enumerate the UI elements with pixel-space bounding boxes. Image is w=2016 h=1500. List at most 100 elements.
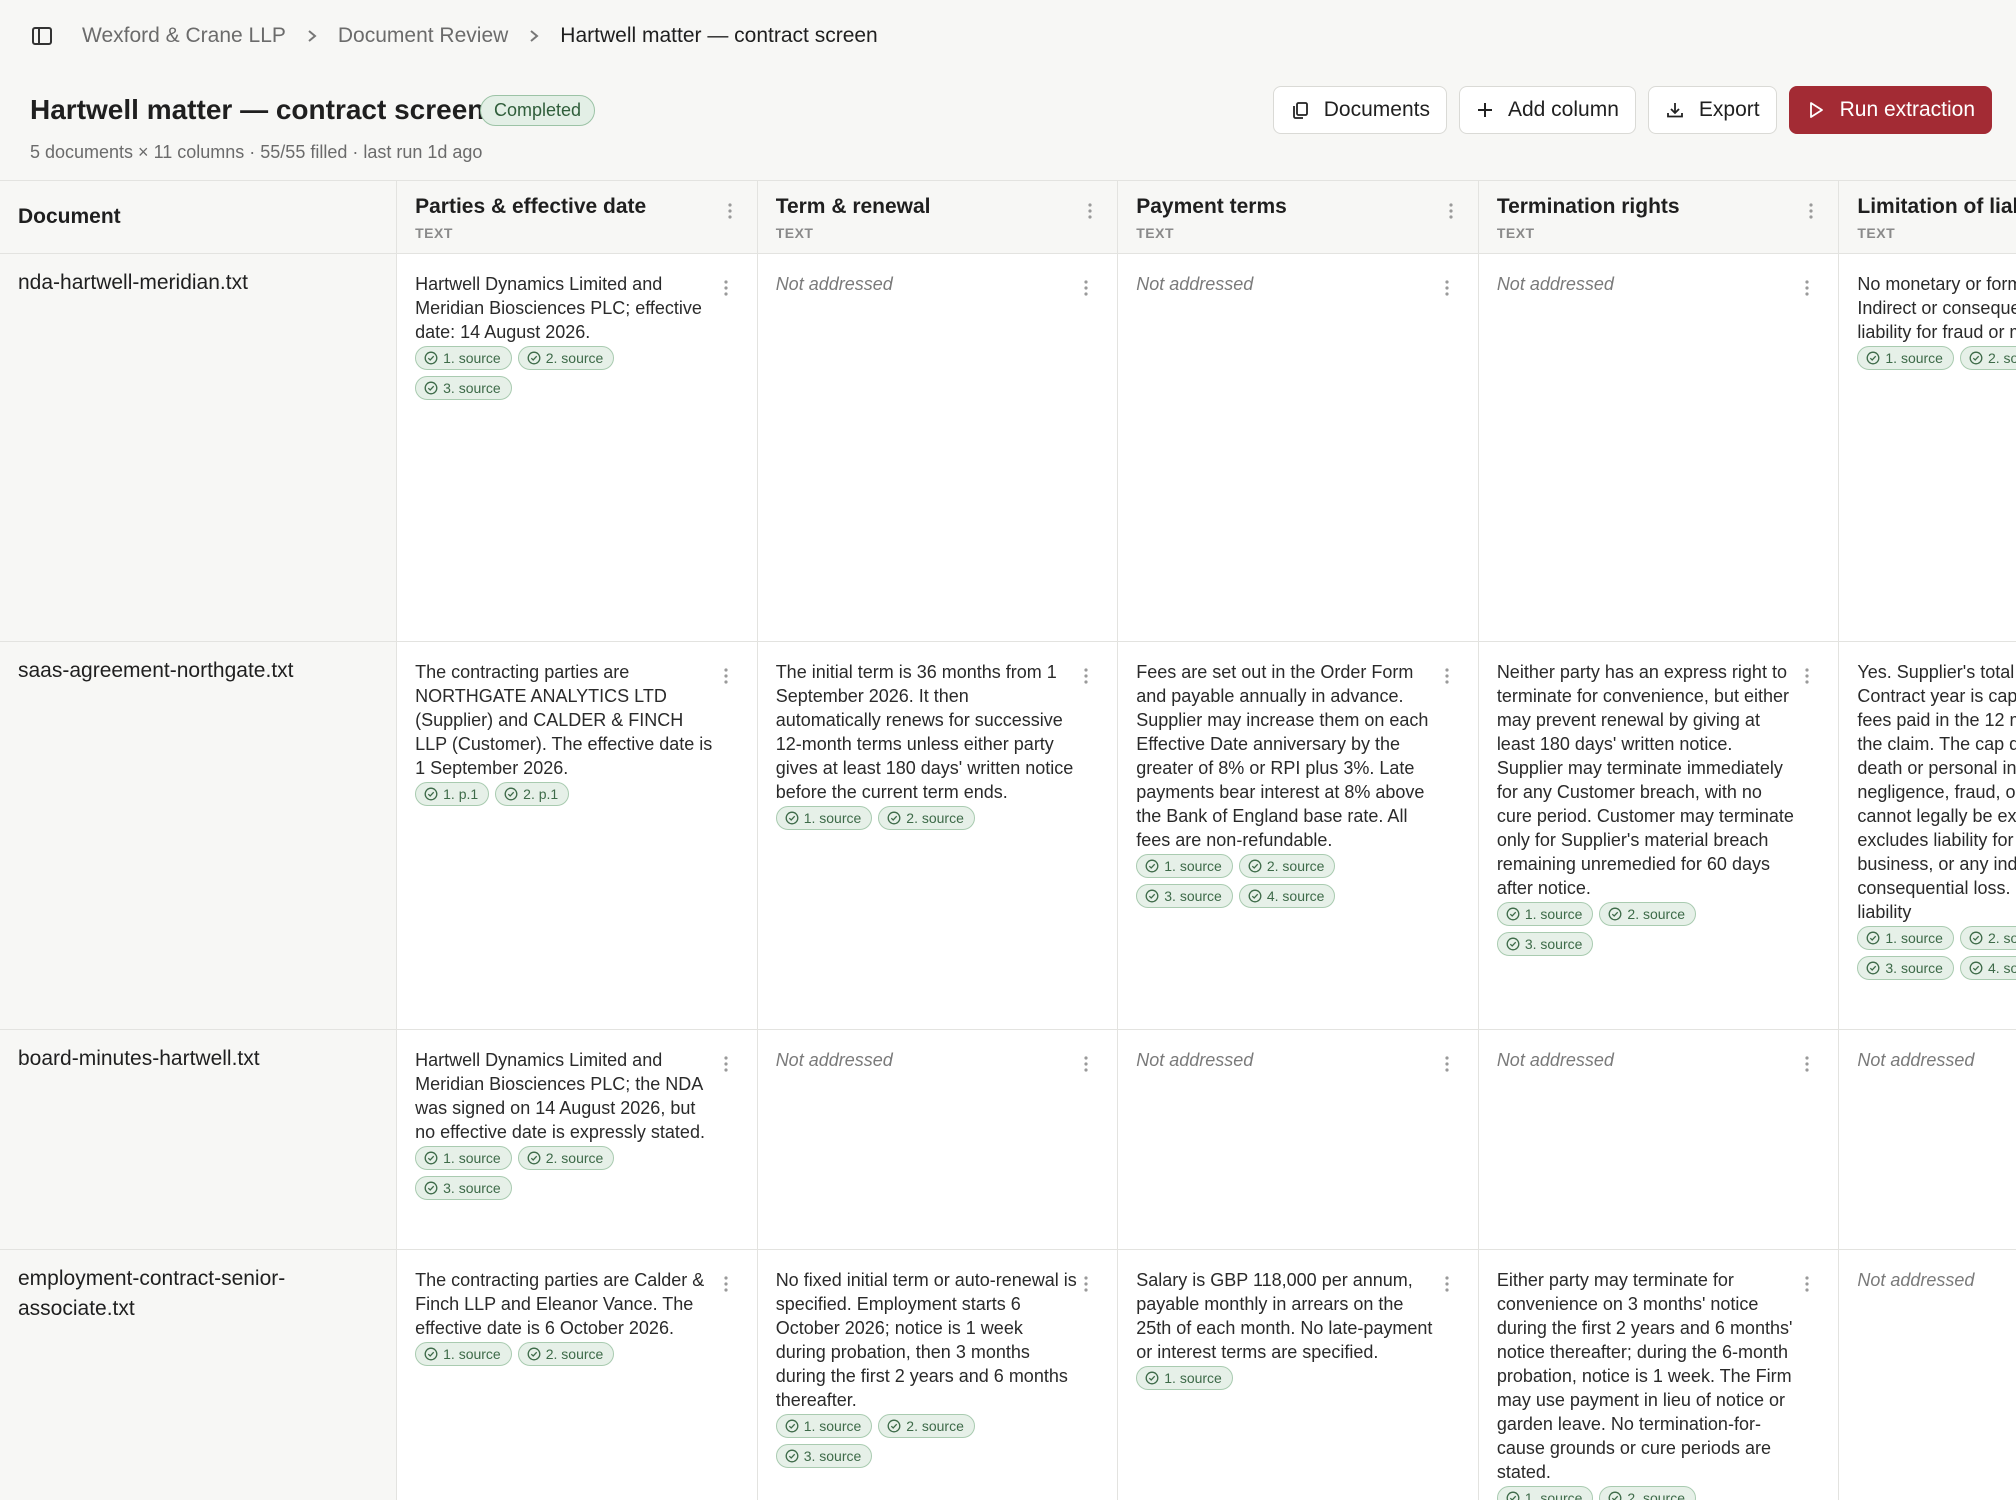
table-cell[interactable]: Either party may terminate for convenien… xyxy=(1478,1249,1840,1500)
source-chip[interactable]: 3. source xyxy=(415,375,512,400)
source-chip[interactable]: 1. source xyxy=(1136,853,1233,878)
document-name[interactable]: employment-contract-senior-associate.txt xyxy=(0,1249,398,1500)
source-chip[interactable]: 1. source xyxy=(1136,1365,1233,1390)
source-chip[interactable]: 2. source xyxy=(517,1341,615,1366)
table-cell[interactable]: Not addressed xyxy=(1117,253,1479,642)
source-chip[interactable]: 2. p.1 xyxy=(495,781,570,806)
table-cell[interactable]: Not addressed xyxy=(757,253,1119,642)
run-extraction-button[interactable]: Run extraction xyxy=(1788,86,1992,134)
source-chip[interactable]: 4. source xyxy=(1959,955,2016,980)
source-chip[interactable]: 1. source xyxy=(1496,1485,1594,1500)
source-chip[interactable]: 2. source xyxy=(1238,853,1336,878)
source-chips: 1. source 2. source 3. source xyxy=(1496,901,1799,956)
breadcrumb-item-firm[interactable]: Wexford & Crane LLP xyxy=(82,24,286,48)
cell-menu-icon[interactable] xyxy=(1804,278,1810,298)
sidebar-toggle-icon[interactable] xyxy=(30,24,54,48)
source-chip[interactable]: 1. source xyxy=(1496,901,1594,926)
source-chip[interactable]: 2. source xyxy=(1959,925,2016,950)
column-menu-icon[interactable] xyxy=(1808,201,1814,221)
cell-menu-icon[interactable] xyxy=(1083,1274,1089,1294)
source-chip-label: 3. source xyxy=(1164,887,1222,904)
source-chip[interactable]: 2. source xyxy=(517,1145,615,1170)
table-cell[interactable]: The initial term is 36 months from 1 Sep… xyxy=(757,641,1119,1030)
cell-menu-icon[interactable] xyxy=(1444,278,1450,298)
source-chip[interactable]: 1. source xyxy=(775,805,873,830)
add-column-button[interactable]: Add column xyxy=(1458,86,1636,134)
source-chip[interactable]: 1. source xyxy=(415,345,512,370)
cell-menu-icon[interactable] xyxy=(723,666,729,686)
source-chip[interactable]: 3. source xyxy=(415,1175,512,1200)
document-name[interactable]: board-minutes-hartwell.txt xyxy=(0,1029,398,1250)
source-chip[interactable]: 3. source xyxy=(1136,883,1233,908)
source-chip[interactable]: 3. source xyxy=(1496,931,1594,956)
table-cell[interactable]: Not addressed xyxy=(1117,1029,1479,1250)
document-name[interactable]: nda-hartwell-meridian.txt xyxy=(0,253,398,642)
cell-menu-icon[interactable] xyxy=(1444,666,1450,686)
column-name: Termination rights xyxy=(1496,195,1680,218)
source-chip[interactable]: 1. source xyxy=(1857,345,1954,370)
cell-text: Not addressed xyxy=(1857,1049,1975,1070)
cell-menu-icon[interactable] xyxy=(1804,666,1810,686)
source-chip[interactable]: 2. source xyxy=(517,345,615,370)
source-chip[interactable]: 2. source xyxy=(1599,901,1696,926)
source-chip[interactable]: 4. source xyxy=(1238,883,1336,908)
cell-menu-icon[interactable] xyxy=(723,278,729,298)
table-cell[interactable]: No monetary or formal liability cap. Ind… xyxy=(1838,253,2016,642)
table-cell[interactable]: Not addressed xyxy=(1838,1249,2016,1500)
check-circle-icon xyxy=(527,351,541,364)
source-chip[interactable]: 2. source xyxy=(1599,1485,1696,1500)
download-icon xyxy=(1666,103,1683,118)
table-cell[interactable]: The contracting parties are NORTHGATE AN… xyxy=(396,641,758,1030)
source-chip[interactable]: 1. source xyxy=(775,1413,873,1438)
cell-menu-icon[interactable] xyxy=(723,1274,729,1294)
table-cell[interactable]: Yes. Supplier's total liability in any C… xyxy=(1838,641,2016,1030)
column-header[interactable]: Payment terms TEXT xyxy=(1117,181,1479,254)
table-cell[interactable]: Neither party has an express right to te… xyxy=(1478,641,1840,1030)
cell-menu-icon[interactable] xyxy=(1083,666,1089,686)
column-menu-icon[interactable] xyxy=(727,201,733,221)
source-chip[interactable]: 1. p.1 xyxy=(415,781,490,806)
breadcrumb-item-review[interactable]: Document Review xyxy=(338,24,508,48)
table-cell[interactable]: Fees are set out in the Order Form and p… xyxy=(1117,641,1479,1030)
source-chip[interactable]: 1. source xyxy=(1857,925,1954,950)
table-cell[interactable]: Not addressed xyxy=(757,1029,1119,1250)
source-chip[interactable]: 3. source xyxy=(775,1443,873,1468)
check-circle-icon xyxy=(424,1347,438,1360)
column-header[interactable]: Termination rights TEXT xyxy=(1478,181,1840,254)
cell-menu-icon[interactable] xyxy=(1083,278,1089,298)
source-chip[interactable]: 1. source xyxy=(415,1145,512,1170)
source-chip[interactable]: 2. source xyxy=(878,805,975,830)
column-menu-icon[interactable] xyxy=(1448,201,1454,221)
source-chip[interactable]: 1. source xyxy=(415,1341,512,1366)
column-menu-icon[interactable] xyxy=(1087,201,1093,221)
page-title: Hartwell matter — contract screen xyxy=(30,94,485,125)
documents-icon xyxy=(1292,102,1308,119)
source-chip[interactable]: 2. source xyxy=(1959,345,2016,370)
source-chip-label: 1. source xyxy=(443,1345,501,1362)
table-cell[interactable]: Salary is GBP 118,000 per annum, payable… xyxy=(1117,1249,1479,1500)
table-cell[interactable]: The contracting parties are Calder & Fin… xyxy=(396,1249,758,1500)
column-header[interactable]: Parties & effective date TEXT xyxy=(396,181,758,254)
table-cell[interactable]: Hartwell Dynamics Limited and Meridian B… xyxy=(396,1029,758,1250)
source-chip[interactable]: 2. source xyxy=(878,1413,975,1438)
table-cell[interactable]: Not addressed xyxy=(1478,253,1840,642)
cell-menu-icon[interactable] xyxy=(1444,1054,1450,1074)
table-cell[interactable]: Not addressed xyxy=(1478,1029,1840,1250)
source-chip-label: 2. source xyxy=(906,809,964,826)
cell-menu-icon[interactable] xyxy=(1444,1274,1450,1294)
export-button[interactable]: Export xyxy=(1647,86,1777,134)
cell-menu-icon[interactable] xyxy=(1083,1054,1089,1074)
document-name[interactable]: saas-agreement-northgate.txt xyxy=(0,641,398,1030)
cell-text: Not addressed xyxy=(1496,1049,1614,1070)
table-cell[interactable]: No fixed initial term or auto-renewal is… xyxy=(757,1249,1119,1500)
table-cell[interactable]: Not addressed xyxy=(1838,1029,2016,1250)
column-header[interactable]: Term & renewal TEXT xyxy=(757,181,1119,254)
column-header[interactable]: Limitation of liability TEXT xyxy=(1838,181,2016,254)
cell-menu-icon[interactable] xyxy=(1804,1274,1810,1294)
cell-menu-icon[interactable] xyxy=(1804,1054,1810,1074)
export-button-label: Export xyxy=(1698,98,1760,121)
documents-button[interactable]: Documents xyxy=(1272,86,1447,134)
table-cell[interactable]: Hartwell Dynamics Limited and Meridian B… xyxy=(396,253,758,642)
source-chip[interactable]: 3. source xyxy=(1857,955,1954,980)
cell-menu-icon[interactable] xyxy=(723,1054,729,1074)
